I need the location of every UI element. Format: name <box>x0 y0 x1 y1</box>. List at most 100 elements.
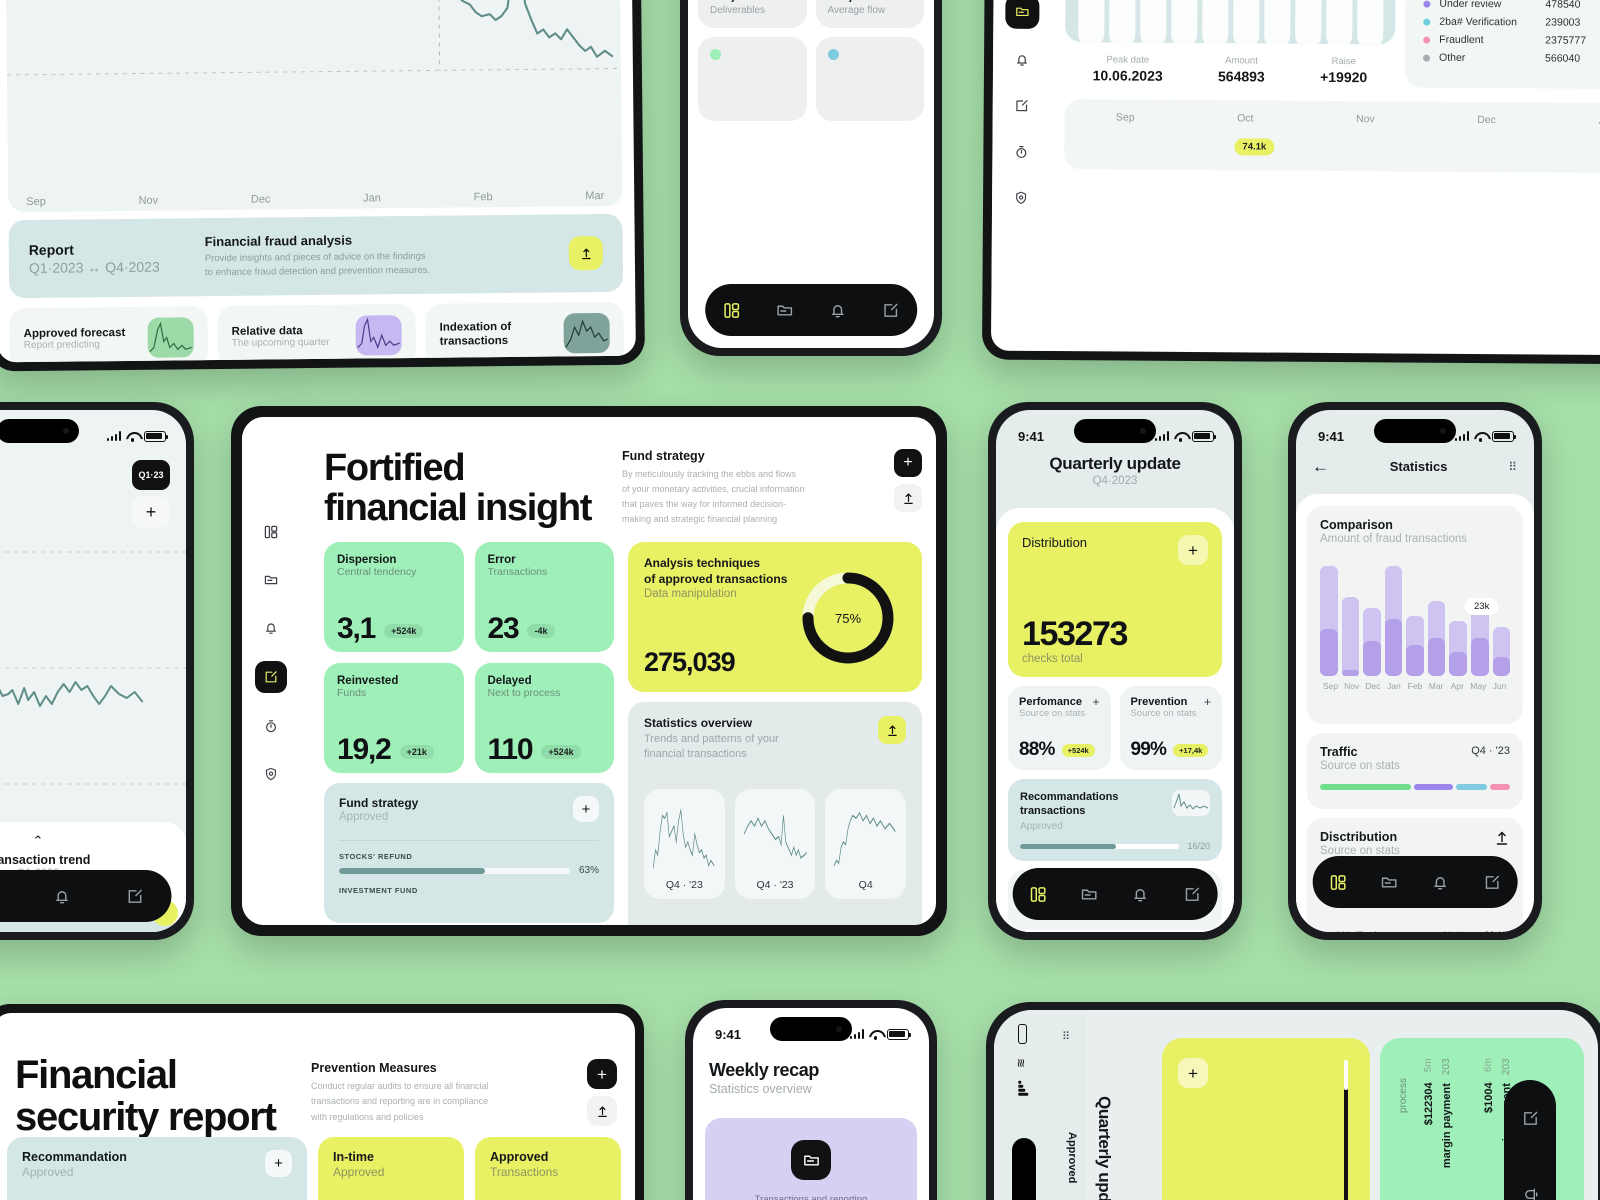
sidebar-item-notifications[interactable] <box>1007 45 1037 75</box>
intime-card[interactable]: In-time Approved <box>318 1137 464 1200</box>
overview-tile[interactable]: Q4 · '23 <box>644 788 725 899</box>
add-button[interactable]: + <box>573 796 599 822</box>
export-button[interactable] <box>894 484 922 512</box>
report-banner[interactable]: Report Q1·2023 ↔ Q4·2023 Financial fraud… <box>8 213 624 299</box>
tab-edit[interactable] <box>1182 885 1201 904</box>
traffic-segment <box>1490 784 1510 790</box>
sidebar-item-timer[interactable] <box>1006 137 1036 167</box>
sidebar-rail[interactable] <box>242 417 300 925</box>
tab-edit[interactable] <box>881 301 900 320</box>
add-button[interactable]: + <box>894 449 922 477</box>
tab-bar[interactable] <box>1504 1080 1556 1200</box>
fraud-trend-chart[interactable]: Sep Nov Dec Jan Feb Mar Amount ↗ 52,440,… <box>4 0 623 213</box>
comparison-title: Comparison <box>1320 518 1393 532</box>
yellow-panel[interactable]: + % line payment gateway, ction systems <box>1162 1038 1370 1200</box>
analysis-card[interactable]: Analysis techniques of approved transact… <box>628 542 922 692</box>
tab-notifications[interactable] <box>52 887 71 906</box>
toolbar-actions[interactable]: + <box>587 1059 617 1126</box>
add-button[interactable]: + <box>265 1150 292 1177</box>
traffic-card[interactable]: Traffic Source on stats Q4 · '23 <box>1307 733 1523 809</box>
sidebar-rail[interactable] <box>991 0 1054 352</box>
bar-chart-card[interactable]: Q1·2023 ↔ Q4·2023 <box>1065 0 1397 85</box>
stat-card[interactable] <box>698 37 807 121</box>
grid-menu-icon[interactable]: ⠿ <box>1508 460 1518 474</box>
tab-dashboard[interactable] <box>1029 885 1048 904</box>
statistics-overview-card[interactable]: Statistics overview Trends and patterns … <box>628 702 922 925</box>
tab-edit[interactable] <box>125 887 144 906</box>
overview-tile[interactable]: Q4 <box>825 788 907 899</box>
tablet-top-left: Sep Nov Dec Jan Feb Mar Amount ↗ 52,440,… <box>0 0 646 372</box>
tab-notifications[interactable] <box>1521 1185 1540 1200</box>
sidebar-item-dashboard[interactable] <box>256 517 286 547</box>
tab-bar[interactable] <box>0 870 172 922</box>
sidebar-item-notifications[interactable] <box>256 613 286 643</box>
back-icon[interactable]: ← <box>1312 458 1329 475</box>
card-sub: Approved <box>22 1165 74 1179</box>
metric-card-reinvested[interactable]: Reinvested Funds 19,2 +21k <box>324 663 464 773</box>
wifi-icon: ≋ <box>1014 1057 1029 1069</box>
stat-card[interactable] <box>815 37 924 121</box>
metric-card-error[interactable]: Error Transactions 23 -4k <box>474 542 614 652</box>
sidebar-item-shield[interactable] <box>256 759 286 789</box>
sidebar-item-shield[interactable] <box>1006 183 1036 213</box>
add-button[interactable]: + <box>1092 696 1099 708</box>
intro-p4: making and strategic financial planning <box>622 513 778 524</box>
export-button[interactable] <box>1494 830 1510 846</box>
prevention-card[interactable]: Prevention Source on stats + 99% +17,4k <box>1119 686 1222 770</box>
recommendations-card[interactable]: Recommandations transactions Approved 16… <box>1008 779 1222 861</box>
compliance-card[interactable]: Transactions and reporting are in compli… <box>705 1118 917 1200</box>
export-button[interactable] <box>568 235 604 271</box>
tab-notifications[interactable] <box>1431 873 1450 892</box>
sidebar-item-folder[interactable] <box>256 565 286 595</box>
mini-card[interactable]: Indexation of transactions <box>425 301 624 363</box>
export-button[interactable] <box>878 716 906 744</box>
tab-notifications[interactable] <box>828 301 847 320</box>
tab-bar[interactable] <box>1012 868 1218 920</box>
tab-bar[interactable] <box>705 284 917 336</box>
sidebar-item-folder[interactable] <box>1005 0 1040 29</box>
add-button[interactable]: + <box>1178 1058 1208 1088</box>
distribution-card[interactable]: Distribution + 153273 checks total <box>1008 522 1222 677</box>
mini-card[interactable]: Relative data The upcoming quarter <box>217 303 417 363</box>
tab-dashboard[interactable] <box>722 301 741 320</box>
performance-card[interactable]: Perfomance Source on stats + 88% +524k <box>1008 686 1111 770</box>
add-button[interactable]: + <box>1204 696 1211 708</box>
add-button[interactable]: + <box>132 496 170 528</box>
recommandation-card[interactable]: Recommandation Approved + <box>7 1137 307 1200</box>
tab-dashboard[interactable] <box>1329 873 1348 892</box>
tab-edit[interactable] <box>1482 873 1501 892</box>
quarter-chip[interactable]: Q1·23 <box>132 460 170 490</box>
tab-notifications[interactable] <box>1131 885 1150 904</box>
sidebar-item-edit[interactable] <box>255 661 287 693</box>
tab-bar[interactable] <box>1312 856 1518 908</box>
progress-fill <box>1020 843 1116 849</box>
mini-card[interactable]: Approved forecast Report predicting <box>9 306 209 363</box>
add-button[interactable]: + <box>587 1059 617 1089</box>
stat-card[interactable]: 36,7k Deliverables <box>698 0 807 28</box>
comparison-card[interactable]: Comparison Amount of fraud transactions <box>1307 506 1523 724</box>
tile-label: Q4 <box>858 878 873 891</box>
tab-edit[interactable] <box>1521 1109 1540 1128</box>
grid-menu-icon[interactable]: ⠿ <box>1062 1030 1071 1043</box>
timeline-strip[interactable]: Sep Oct Nov Dec Jan 74.1k <box>1064 99 1600 174</box>
approved-card[interactable]: Approved Transactions <box>475 1137 621 1200</box>
tab-folder[interactable] <box>775 301 794 320</box>
report-label: Report <box>28 241 74 258</box>
sidebar-item-edit[interactable] <box>1007 91 1037 121</box>
overview-tile[interactable]: Q4 · '23 <box>734 788 816 899</box>
bar <box>1363 607 1381 676</box>
tab-folder[interactable] <box>1080 885 1099 904</box>
metric-card-delayed[interactable]: Delayed Next to process 110 +524k <box>474 663 614 773</box>
stat-card[interactable]: 18,5k Average flow <box>815 0 924 28</box>
sidebar-item-timer[interactable] <box>256 711 286 741</box>
add-button[interactable]: + <box>1178 535 1208 565</box>
toolbar-actions[interactable]: + <box>894 449 922 512</box>
fund-strategy-card[interactable]: Fund strategy Approved + STOCKS' REFUND … <box>324 783 614 923</box>
tab-folder[interactable] <box>1380 873 1399 892</box>
trend-chart[interactable]: Nov Dec Jan Fe <box>0 536 186 836</box>
traffic-panel[interactable]: Traffic Source on stats Approved 1405665 <box>1404 0 1600 90</box>
export-button[interactable] <box>587 1096 617 1126</box>
chevron-up-icon[interactable]: ⌃ <box>0 834 186 847</box>
metric-card-dispersion[interactable]: Dispersion Central tendency 3,1 +524k <box>324 542 464 652</box>
list-item[interactable]: margin payment 203 <box>1438 1058 1456 1168</box>
